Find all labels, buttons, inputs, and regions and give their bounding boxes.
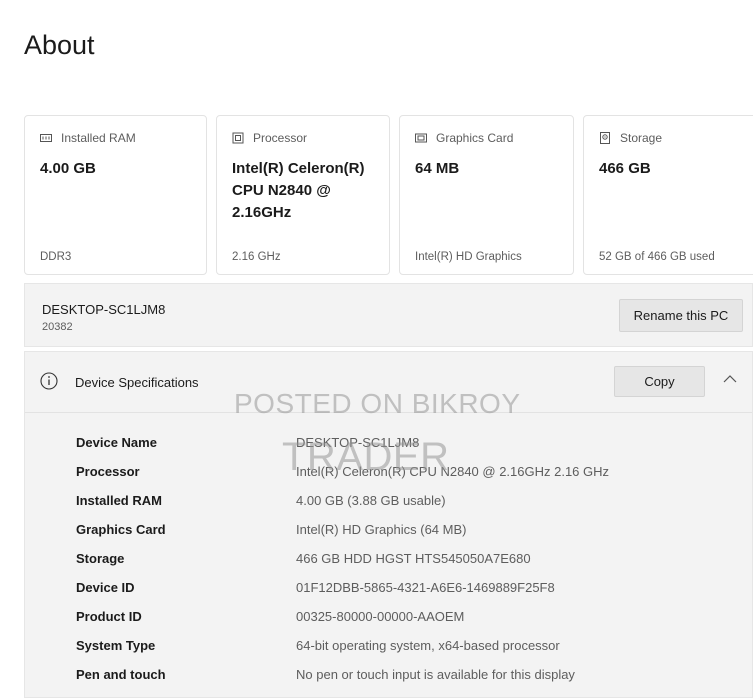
pc-name: DESKTOP-SC1LJM8: [42, 302, 166, 317]
spec-value: No pen or touch input is available for t…: [296, 667, 575, 682]
pc-name-section: DESKTOP-SC1LJM8 20382 Rename this PC: [24, 283, 753, 347]
copy-button[interactable]: Copy: [614, 366, 705, 397]
card-footer: 2.16 GHz: [232, 251, 281, 263]
chevron-up-icon[interactable]: [723, 374, 737, 384]
card-label: Storage: [620, 131, 663, 145]
card-header: Storage: [599, 131, 662, 145]
page-title: About: [24, 30, 95, 60]
spec-value: 01F12DBB-5865-4321-A6E6-1469889F25F8: [296, 580, 555, 595]
spec-value: 466 GB HDD HGST HTS545050A7E680: [296, 551, 531, 566]
spec-value: 4.00 GB (3.88 GB usable): [296, 493, 446, 508]
graphics-card-icon: [415, 133, 427, 143]
device-specifications-header[interactable]: Device Specifications Copy: [25, 352, 752, 413]
spec-value: 64-bit operating system, x64-based proce…: [296, 638, 560, 653]
spec-row-installed-ram: Installed RAM 4.00 GB (3.88 GB usable): [76, 493, 446, 513]
spec-row-processor: Processor Intel(R) Celeron(R) CPU N2840 …: [76, 464, 609, 484]
spec-row-system-type: System Type 64-bit operating system, x64…: [76, 638, 560, 658]
card-label: Installed RAM: [61, 131, 136, 145]
ram-icon: [40, 134, 52, 142]
spec-row-pen-and-touch: Pen and touch No pen or touch input is a…: [76, 667, 575, 687]
storage-card: Storage 466 GB 52 GB of 466 GB used: [583, 115, 753, 275]
spec-value: 00325-80000-00000-AAOEM: [296, 609, 465, 624]
spec-value: Intel(R) HD Graphics (64 MB): [296, 522, 467, 537]
storage-icon: [600, 132, 610, 144]
spec-row-device-id: Device ID 01F12DBB-5865-4321-A6E6-146988…: [76, 580, 555, 600]
spec-key: Processor: [76, 464, 140, 479]
installed-ram-card: Installed RAM 4.00 GB DDR3: [24, 115, 207, 275]
spec-row-graphics-card: Graphics Card Intel(R) HD Graphics (64 M…: [76, 522, 466, 542]
card-label: Processor: [253, 131, 308, 145]
graphics-card-card: Graphics Card 64 MB Intel(R) HD Graphics: [399, 115, 574, 275]
pc-subtitle: 20382: [42, 321, 73, 333]
card-footer: 52 GB of 466 GB used: [599, 251, 715, 263]
card-label: Graphics Card: [436, 131, 514, 145]
info-icon: [40, 372, 58, 390]
device-specifications-title: Device Specifications: [75, 375, 199, 390]
card-footer: DDR3: [40, 251, 72, 263]
rename-pc-button[interactable]: Rename this PC: [619, 299, 743, 332]
card-value: 466 GB: [599, 160, 651, 177]
card-value: 4.00 GB: [40, 160, 96, 177]
spec-key: Device Name: [76, 435, 157, 450]
spec-key: Storage: [76, 551, 125, 566]
spec-value: Intel(R) Celeron(R) CPU N2840 @ 2.16GHz …: [296, 464, 610, 479]
processor-card: Processor Intel(R) Celeron(R) CPU N2840 …: [216, 115, 390, 275]
card-header: Processor: [232, 131, 307, 145]
spec-key: Product ID: [76, 609, 142, 624]
card-header: Installed RAM: [40, 131, 136, 145]
spec-row-device-name: Device Name DESKTOP-SC1LJM8: [76, 435, 419, 455]
spec-value: DESKTOP-SC1LJM8: [296, 435, 420, 450]
card-header: Graphics Card: [415, 131, 513, 145]
spec-key: Device ID: [76, 580, 135, 595]
processor-icon: [232, 132, 244, 144]
spec-key: Graphics Card: [76, 522, 166, 537]
spec-key: System Type: [76, 638, 156, 653]
device-specifications-section: Device Specifications Copy Device Name D…: [24, 351, 753, 698]
spec-key: Pen and touch: [76, 667, 166, 682]
spec-key: Installed RAM: [76, 493, 162, 508]
spec-row-storage: Storage 466 GB HDD HGST HTS545050A7E680: [76, 551, 531, 571]
card-value: 64 MB: [415, 160, 460, 177]
card-value: Intel(R) Celeron(R) CPU N2840 @ 2.16GHz: [232, 160, 365, 221]
card-footer: Intel(R) HD Graphics: [415, 251, 522, 263]
spec-row-product-id: Product ID 00325-80000-00000-AAOEM: [76, 609, 464, 629]
